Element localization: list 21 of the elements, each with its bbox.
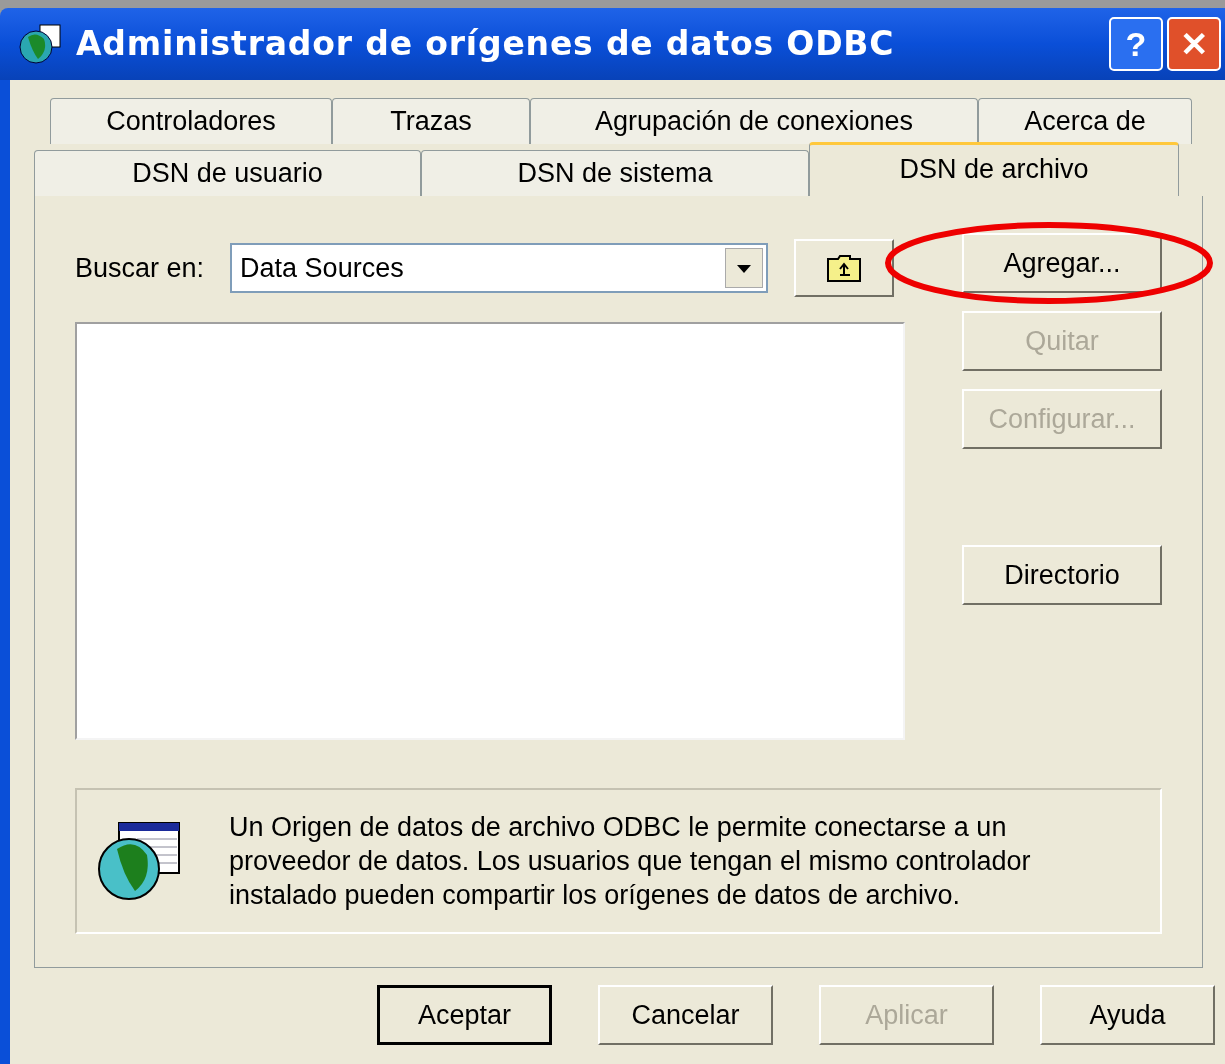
tab[interactable]: Controladores (50, 98, 332, 144)
up-folder-icon (826, 253, 863, 283)
dialog-button[interactable]: Cancelar (598, 985, 773, 1045)
up-folder-button[interactable] (794, 239, 895, 297)
dialog-button[interactable]: Aceptar (377, 985, 552, 1045)
globe-icon (18, 23, 64, 65)
dialog-button[interactable]: Ayuda (1040, 985, 1215, 1045)
tab[interactable]: DSN de usuario (34, 150, 421, 196)
info-text: Un Origen de datos de archivo ODBC le permite conectarse a un proveedor de datos. Los usuarios que tengan el mismo controlador instalado pueden compartir los orígenes de datos de archivo. (229, 811, 1032, 912)
window-title: Administrador de orígenes de datos ODBC (76, 23, 896, 66)
tab[interactable]: Agrupación de conexiones (530, 98, 978, 144)
side-button[interactable]: Agregar... (962, 233, 1162, 293)
help-button[interactable]: ? (1109, 17, 1163, 71)
close-button[interactable]: ✕ (1167, 17, 1221, 71)
tab[interactable]: Trazas (332, 98, 530, 144)
tab[interactable]: Acerca de (978, 98, 1192, 144)
look-in-dropdown[interactable]: Data Sources (230, 243, 769, 293)
tab[interactable]: DSN de sistema (421, 150, 809, 196)
look-in-label: Buscar en: (75, 251, 205, 285)
side-button[interactable]: Directorio (962, 545, 1162, 605)
tab[interactable]: DSN de archivo (809, 142, 1179, 196)
